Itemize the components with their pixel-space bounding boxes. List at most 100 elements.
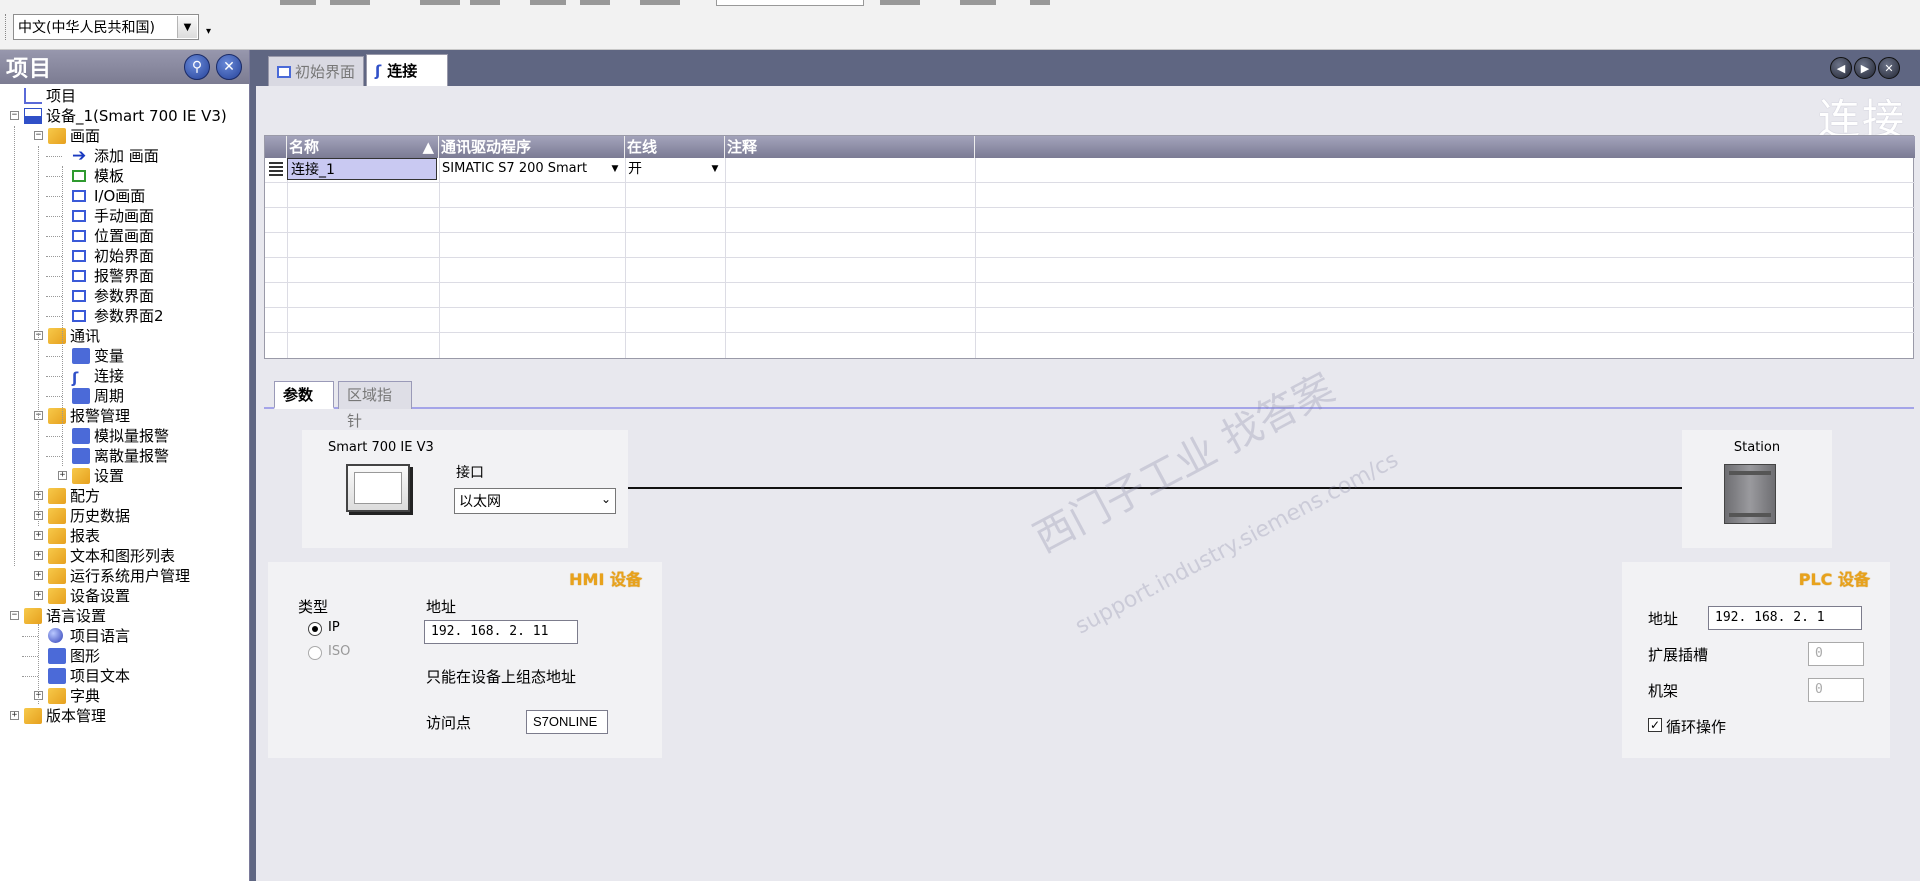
plc-ip-address-field[interactable]: 192. 168. 2. 1 <box>1708 606 1862 630</box>
screen-icon <box>72 310 86 322</box>
tree-item[interactable]: − 语言设置 <box>0 606 249 626</box>
tab-connection[interactable]: ʃ 连接 <box>366 54 448 86</box>
column-header-comment[interactable]: 注释 <box>725 136 975 158</box>
interface-select[interactable]: 以太网 ⌄ <box>454 488 616 514</box>
tree-item[interactable]: 项目 <box>0 86 249 106</box>
cell-online[interactable]: 开 ▼ <box>625 158 725 180</box>
project-icon <box>24 88 42 104</box>
cyclic-operation-checkbox[interactable]: ✓ <box>1648 718 1662 732</box>
chevron-down-icon[interactable]: ⌄ <box>601 492 611 506</box>
language-select[interactable]: 中文(中华人民共和国) ▼ <box>13 14 199 40</box>
access-point-field[interactable]: S7ONLINE <box>526 710 608 734</box>
tree-item[interactable]: + 文本和图形列表 <box>0 546 249 566</box>
folder-icon <box>48 568 66 584</box>
collapse-icon[interactable]: − <box>34 131 43 140</box>
toolbar-grip[interactable] <box>5 14 7 40</box>
tree-item-label: 通讯 <box>70 327 101 345</box>
chevron-down-icon[interactable]: ▼ <box>607 160 623 178</box>
folder-icon <box>48 528 66 544</box>
column-header-online[interactable]: 在线 <box>625 136 725 158</box>
row-selector-icon[interactable] <box>269 162 283 176</box>
tree-item-label: 参数界面2 <box>94 307 164 325</box>
project-pane: 项目 ⚲ ✕ 项目 − 设备_1(Smart 700 IE V3) − 画面 ➔ 添加 画面… <box>0 50 250 881</box>
tree-item[interactable]: + 报表 <box>0 526 249 546</box>
type-ip-radio[interactable] <box>308 622 322 636</box>
close-editor-icon[interactable]: ✕ <box>1878 57 1900 79</box>
tree-item-label: 变量 <box>94 347 125 365</box>
screen-icon <box>72 230 86 242</box>
tree-item-label: 位置画面 <box>94 227 155 245</box>
project-pane-title: 项目 <box>6 57 53 82</box>
folder-icon <box>24 608 42 624</box>
tree-item-label: 运行系统用户管理 <box>70 567 191 585</box>
collapse-icon[interactable]: − <box>10 611 19 620</box>
table-row[interactable]: 连接_1 SIMATIC S7 200 Smart ▼ 开 ▼ <box>265 158 1915 183</box>
table-row-empty[interactable] <box>265 183 1915 208</box>
collapse-icon[interactable]: − <box>10 111 19 120</box>
toolbar-overflow-icon[interactable]: ▾ <box>206 26 211 37</box>
expand-icon[interactable]: + <box>34 591 43 600</box>
tree-item[interactable]: + 运行系统用户管理 <box>0 566 249 586</box>
tab-area-pointer[interactable]: 区域指针 <box>338 381 412 430</box>
tree-item[interactable]: − 画面 <box>0 126 249 146</box>
screen-icon <box>277 65 291 78</box>
type-iso-radio[interactable] <box>308 646 322 660</box>
connection-editor: 连接 名称 ▲ 通讯驱动程序 在线 注释 连接_1 SIMATIC S7 200… <box>256 86 1920 881</box>
hmi-panel-icon <box>346 464 410 512</box>
chevron-down-icon[interactable]: ▼ <box>707 160 723 178</box>
column-header-name[interactable]: 名称 ▲ <box>287 136 439 158</box>
cell-driver[interactable]: SIMATIC S7 200 Smart ▼ <box>439 158 625 180</box>
tab-label: 初始界面 <box>295 63 356 81</box>
hmi-settings-panel: HMI 设备 类型 IP ISO 地址 192. 168. 2. 11 只能在设… <box>268 562 662 758</box>
column-header-driver[interactable]: 通讯驱动程序 <box>439 136 625 158</box>
next-icon[interactable]: ▶ <box>1854 57 1876 79</box>
tree-item-label: 项目 <box>46 87 77 105</box>
hmi-ip-address-field[interactable]: 192. 168. 2. 11 <box>424 620 578 644</box>
screen-icon <box>72 210 86 222</box>
station-label: Station <box>1733 440 1781 455</box>
expand-icon[interactable]: + <box>34 531 43 540</box>
expand-icon[interactable]: + <box>34 551 43 560</box>
table-row-empty[interactable] <box>265 283 1915 308</box>
workspace: 初始界面 ʃ 连接 ◀ ▶ ✕ 连接 名称 ▲ 通讯驱动程序 在线 注释 连接_… <box>250 50 1920 881</box>
expand-icon[interactable]: + <box>34 571 43 580</box>
tree-item[interactable]: − 设备_1(Smart 700 IE V3) <box>0 106 249 126</box>
pin-icon[interactable]: ⚲ <box>184 54 210 80</box>
screen-icon <box>72 250 86 262</box>
language-select-value: 中文(中华人民共和国) <box>18 20 155 36</box>
folder-icon <box>48 588 66 604</box>
screen-icon <box>72 270 86 282</box>
tree-item-label: 离散量报警 <box>94 447 170 465</box>
cell-name[interactable]: 连接_1 <box>287 158 437 180</box>
tree-item[interactable]: + 版本管理 <box>0 706 249 726</box>
template-icon <box>72 170 86 182</box>
chevron-down-icon[interactable]: ▼ <box>177 16 197 38</box>
interface-label: 接口 <box>456 465 484 481</box>
expand-icon[interactable]: + <box>10 711 19 720</box>
type-ip-label: IP <box>328 620 340 635</box>
tab-parameters[interactable]: 参数 <box>274 381 334 409</box>
table-row-empty[interactable] <box>265 233 1915 258</box>
tree-item[interactable]: + 设备设置 <box>0 586 249 606</box>
folder-icon <box>48 128 66 144</box>
connection-icon: ʃ <box>375 61 382 80</box>
tree-item-label: 历史数据 <box>70 507 131 525</box>
close-icon[interactable]: ✕ <box>216 54 242 80</box>
tab-initial-screen[interactable]: 初始界面 <box>268 56 364 86</box>
table-row-empty[interactable] <box>265 308 1915 333</box>
table-row-empty[interactable] <box>265 333 1915 358</box>
toolbar-dropdown-partial[interactable] <box>716 0 864 6</box>
table-row-empty[interactable] <box>265 208 1915 233</box>
cell-comment[interactable] <box>725 158 975 180</box>
tree-item-label: 图形 <box>70 647 101 665</box>
tree-item-label: 字典 <box>70 687 101 705</box>
tree-item-label: 参数界面 <box>94 287 155 305</box>
slot-field[interactable]: 0 <box>1808 642 1864 666</box>
rack-field[interactable]: 0 <box>1808 678 1864 702</box>
previous-icon[interactable]: ◀ <box>1830 57 1852 79</box>
type-label: 类型 <box>298 598 329 616</box>
expand-icon[interactable]: + <box>58 471 67 480</box>
globe-icon <box>48 628 63 643</box>
toolbar-cutoff-strip <box>0 0 1920 6</box>
table-row-empty[interactable] <box>265 258 1915 283</box>
